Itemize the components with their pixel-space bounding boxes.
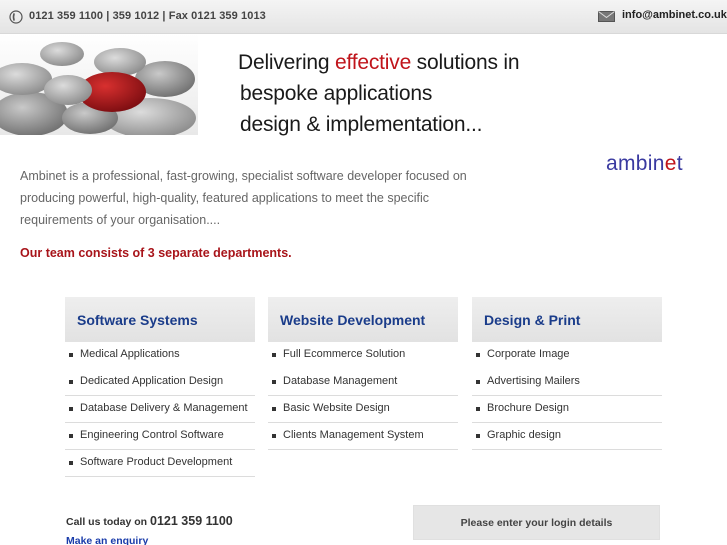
call-us-number: 0121 359 1100 [150,514,233,528]
list-item[interactable]: Clients Management System [268,423,458,450]
list-item[interactable]: Brochure Design [472,396,662,423]
dept-title[interactable]: Design & Print [484,312,580,328]
email-link[interactable]: info@ambinet.co.uk [622,9,727,21]
phone-icon [9,10,23,24]
dept-header: Design & Print [472,297,662,342]
login-prompt: Please enter your login details [460,517,613,529]
dept-software-systems: Software Systems Medical Applications De… [65,297,255,477]
headline-text: Delivering [238,51,336,74]
hero-banner: Delivering effective solutions in bespok… [0,34,727,138]
top-bar: 0121 359 1100 | 359 1012 | Fax 0121 359 … [0,0,727,34]
intro-paragraph: Ambinet is a professional, fast-growing,… [20,169,467,227]
dept-design-print: Design & Print Corporate Image Advertisi… [472,297,662,450]
list-item[interactable]: Software Product Development [65,450,255,477]
call-us: Call us today on 0121 359 1100 [66,514,233,528]
make-enquiry-link[interactable]: Make an enquiry [66,535,148,545]
call-us-label: Call us today on [66,516,151,528]
headline: Delivering effective solutions in bespok… [238,47,520,140]
logo-text: ambin [606,152,665,175]
dept-header: Website Development [268,297,458,342]
list-item[interactable]: Basic Website Design [268,396,458,423]
dept-title[interactable]: Software Systems [77,312,198,328]
login-panel[interactable]: Please enter your login details [413,505,660,540]
list-item[interactable]: Advertising Mailers [472,369,662,396]
team-statement: Our team consists of 3 separate departme… [20,246,292,260]
phone-numbers: 0121 359 1100 | 359 1012 | Fax 0121 359 … [29,10,266,22]
dept-title[interactable]: Website Development [280,312,425,328]
stones-image [0,34,198,135]
list-item[interactable]: Medical Applications [65,342,255,369]
dept-list: Full Ecommerce Solution Database Managem… [268,342,458,450]
logo-text: t [676,152,683,175]
list-item[interactable]: Corporate Image [472,342,662,369]
headline-accent: effective [335,51,412,74]
dept-list: Medical Applications Dedicated Applicati… [65,342,255,477]
dept-list: Corporate Image Advertising Mailers Broc… [472,342,662,450]
headline-line3: design & implementation... [240,113,483,136]
headline-line2: bespoke applications [240,82,433,105]
dept-header: Software Systems [65,297,255,342]
headline-text: solutions in [411,51,520,74]
list-item[interactable]: Database Delivery & Management [65,396,255,423]
list-item[interactable]: Engineering Control Software [65,423,255,450]
dept-website-development: Website Development Full Ecommerce Solut… [268,297,458,450]
list-item[interactable]: Full Ecommerce Solution [268,342,458,369]
list-item[interactable]: Database Management [268,369,458,396]
list-item[interactable]: Graphic design [472,423,662,450]
list-item[interactable]: Dedicated Application Design [65,369,255,396]
mail-icon [598,11,615,22]
logo-accent: e [664,152,677,175]
ambinet-logo: ambinet [606,152,683,176]
